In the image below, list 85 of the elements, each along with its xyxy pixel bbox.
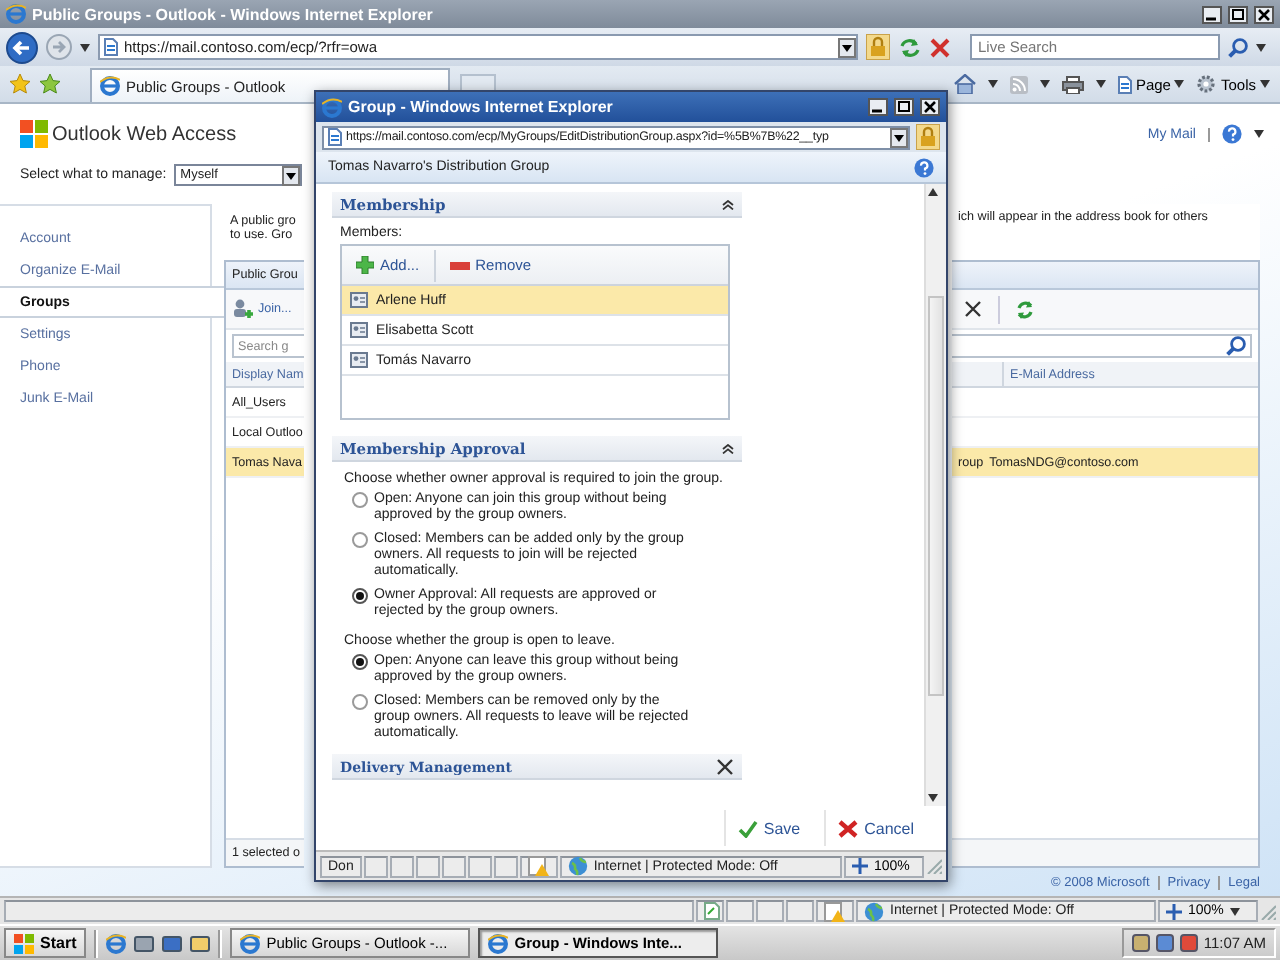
refresh-icon[interactable]	[1016, 299, 1034, 319]
refresh-button[interactable]	[898, 37, 922, 57]
search-field[interactable]	[952, 334, 1252, 358]
minimize-button[interactable]	[1202, 5, 1222, 23]
double-chevron-icon[interactable]	[722, 443, 734, 453]
search-icon	[1226, 336, 1246, 356]
contact-card-icon	[350, 322, 368, 338]
desktop-icon[interactable]	[162, 933, 183, 953]
page-icon	[104, 38, 118, 56]
lock-icon	[866, 34, 890, 60]
network-icon[interactable]	[1131, 934, 1150, 952]
plus-icon	[356, 256, 374, 274]
maximize-button[interactable]	[894, 98, 914, 116]
product-logo-icon	[20, 120, 48, 148]
scroll-down-icon	[928, 794, 938, 802]
dropdown-button[interactable]	[890, 127, 908, 147]
globe-icon	[864, 901, 884, 921]
browser-logo-icon	[322, 97, 342, 117]
browser-logo-icon	[6, 4, 26, 24]
delete-icon[interactable]	[964, 300, 982, 318]
caret-icon	[1039, 80, 1050, 88]
caret-icon	[1256, 43, 1266, 51]
close-button[interactable]	[1254, 5, 1274, 23]
page-icon	[328, 128, 342, 146]
caret-icon	[80, 43, 90, 51]
start-button[interactable]: Start	[4, 928, 87, 958]
resize-grip-icon	[926, 858, 942, 874]
minimize-button[interactable]	[868, 98, 888, 116]
warning-page-icon	[527, 856, 550, 876]
window-title: Public Groups - Outlook - Windows Internet Explorer	[32, 5, 435, 23]
radio-button[interactable]	[352, 588, 368, 604]
radio-button[interactable]	[352, 492, 368, 508]
gear-icon[interactable]	[1196, 74, 1217, 94]
caret-icon	[987, 80, 998, 88]
folder-icon[interactable]	[190, 933, 211, 953]
join-group-icon[interactable]	[232, 298, 254, 320]
browser-logo-icon	[488, 933, 509, 953]
contact-card-icon	[350, 292, 368, 308]
favorites-star-icon[interactable]	[10, 74, 30, 94]
lock-icon	[916, 124, 940, 150]
window-title: Group - Windows Internet Explorer	[348, 98, 615, 116]
speaker-icon[interactable]	[1179, 934, 1198, 952]
caret-icon	[1174, 80, 1185, 88]
product-name: Outlook Web Access	[52, 123, 237, 145]
add-favorite-icon[interactable]	[40, 74, 60, 94]
save-button[interactable]: Save	[723, 810, 813, 846]
page-icon	[1117, 75, 1132, 93]
back-button[interactable]	[6, 31, 38, 63]
double-chevron-icon[interactable]	[722, 199, 734, 209]
delete-icon[interactable]	[716, 757, 734, 775]
browser-logo-icon	[240, 933, 261, 953]
radio-button[interactable]	[352, 532, 368, 548]
dropdown-button[interactable]	[282, 165, 301, 185]
browser-logo-icon	[100, 76, 120, 96]
dropdown-button[interactable]	[838, 37, 856, 57]
radio-button[interactable]	[352, 694, 368, 710]
home-icon[interactable]	[953, 74, 976, 94]
cross-icon	[838, 819, 859, 837]
caret-icon	[1254, 130, 1264, 138]
maximize-button[interactable]	[1228, 5, 1248, 23]
caret-icon	[1260, 80, 1270, 88]
checkmark-icon	[737, 819, 758, 837]
stop-button[interactable]	[930, 37, 950, 57]
close-button[interactable]	[920, 98, 940, 116]
contact-card-icon	[350, 352, 368, 368]
monitor-icon[interactable]	[1155, 934, 1174, 952]
radio-button[interactable]	[352, 654, 368, 670]
help-icon[interactable]	[1222, 124, 1242, 144]
text-icon	[704, 902, 720, 920]
server-icon[interactable]	[134, 933, 155, 953]
help-icon[interactable]	[914, 157, 934, 177]
printer-icon[interactable]	[1061, 75, 1084, 93]
scroll-up-icon	[928, 188, 938, 196]
globe-icon	[567, 856, 588, 876]
search-button[interactable]	[1228, 37, 1248, 57]
cancel-button[interactable]: Cancel	[824, 810, 926, 846]
zoom-icon[interactable]	[1166, 903, 1182, 919]
scrollbar[interactable]	[924, 184, 946, 806]
browser-logo-icon	[106, 933, 127, 953]
zoom-icon[interactable]	[852, 858, 868, 874]
resize-grip-icon	[1260, 903, 1276, 919]
minus-icon	[449, 261, 470, 269]
windows-flag-icon	[14, 933, 34, 953]
caret-icon	[1229, 907, 1240, 915]
caret-icon	[1095, 80, 1106, 88]
